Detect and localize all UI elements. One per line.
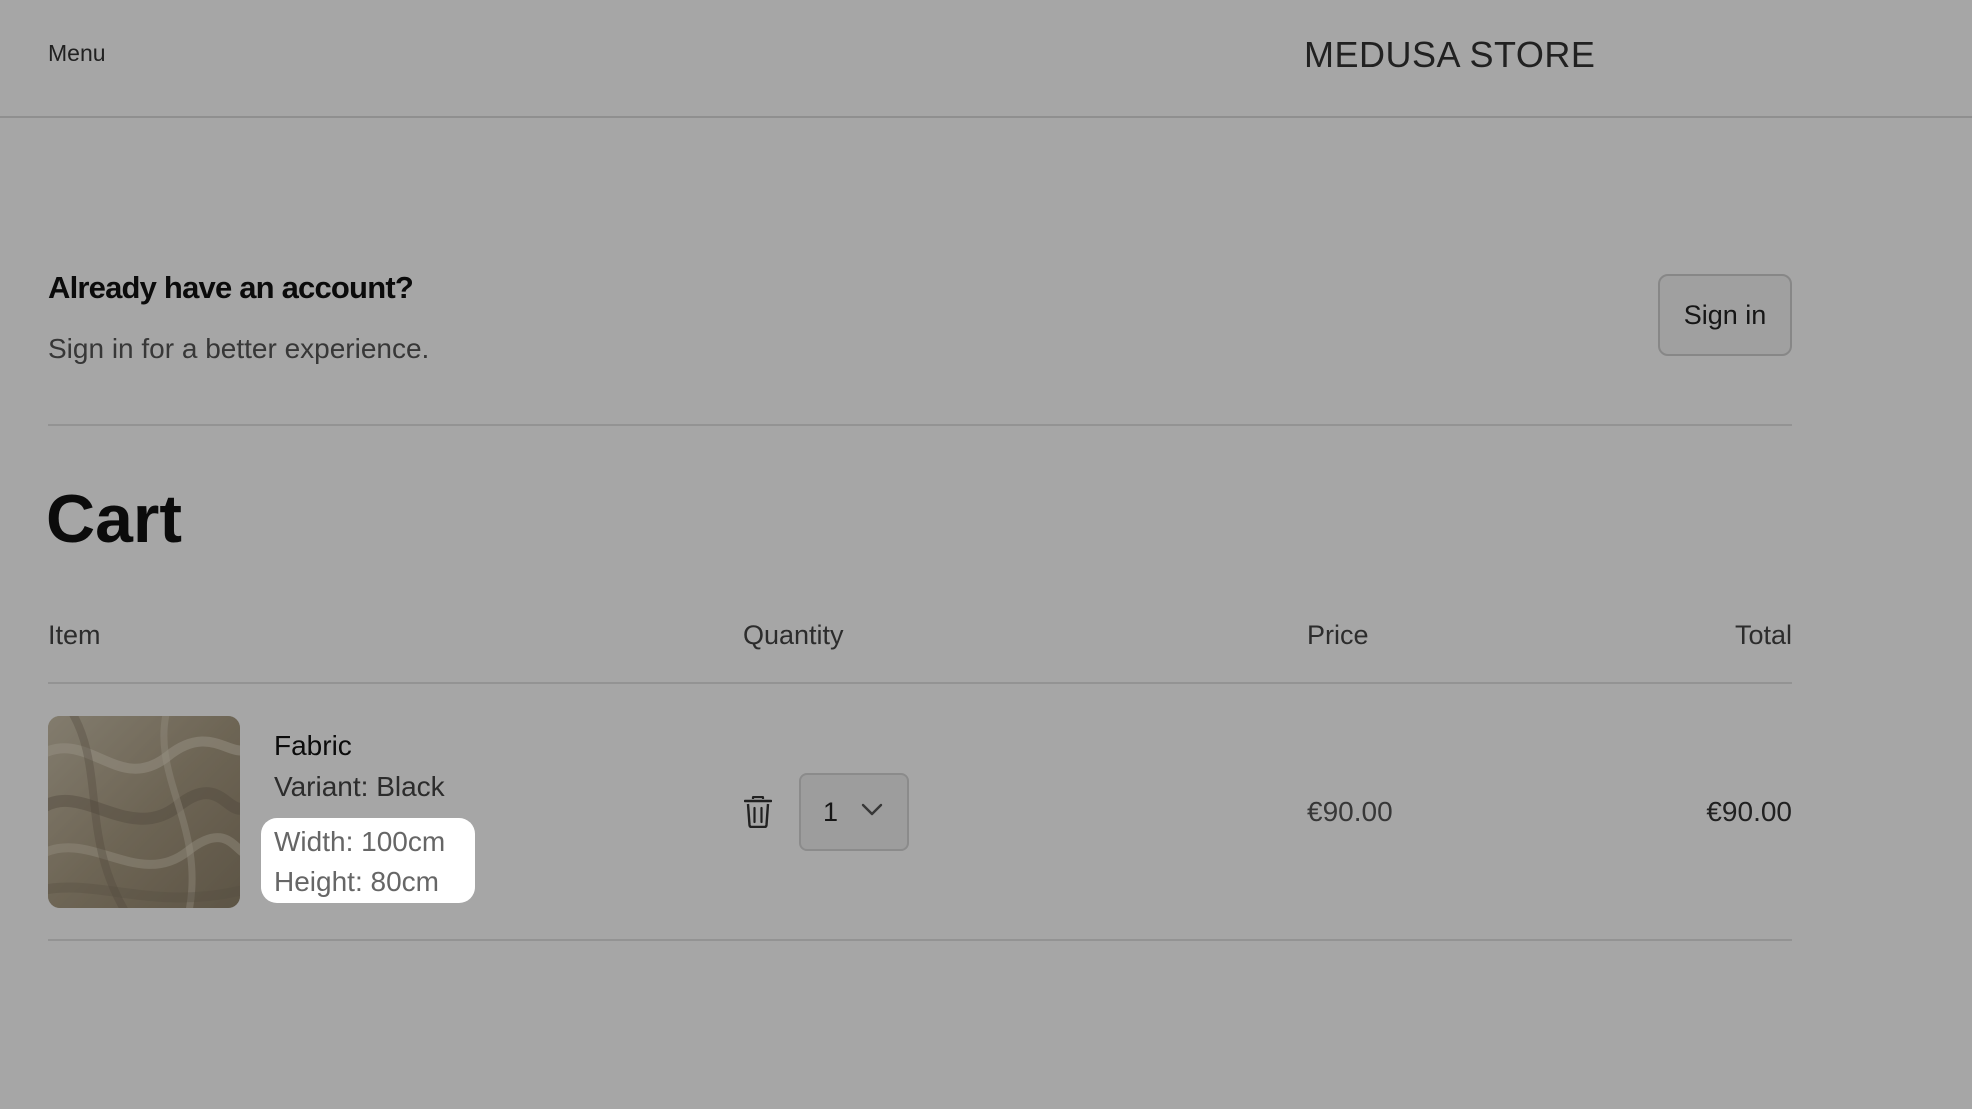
- table-header-divider: [48, 682, 1792, 684]
- column-header-price: Price: [1307, 620, 1369, 650]
- dim-overlay: [0, 0, 1972, 1109]
- product-attribute-width: Width: 100cm: [274, 826, 446, 857]
- section-divider: [48, 424, 1792, 426]
- unit-price: €90.00: [1307, 796, 1393, 827]
- menu-button[interactable]: Menu: [48, 40, 106, 67]
- product-attribute-height: Height: 80cm: [274, 866, 439, 897]
- quantity-value: 1: [823, 797, 839, 827]
- site-header: Menu MEDUSA STORE: [0, 0, 1972, 118]
- chevron-down-icon: [861, 803, 883, 816]
- fabric-image: [48, 716, 240, 908]
- line-total: €90.00: [1706, 796, 1792, 827]
- product-variant: Variant: Black: [274, 771, 445, 802]
- product-name[interactable]: Fabric: [274, 730, 352, 762]
- store-logo[interactable]: MEDUSA STORE: [1304, 34, 1595, 76]
- product-thumbnail[interactable]: [48, 716, 240, 908]
- page-title: Cart: [46, 481, 183, 557]
- trash-icon[interactable]: [744, 796, 772, 828]
- account-subtext: Sign in for a better experience.: [48, 333, 430, 364]
- column-header-quantity: Quantity: [743, 620, 844, 650]
- table-row-divider: [48, 939, 1792, 941]
- cart-page: Menu MEDUSA STORE Already have an accoun…: [0, 0, 1972, 1109]
- column-header-total: Total: [1734, 620, 1792, 650]
- sign-in-button[interactable]: Sign in: [1658, 274, 1792, 356]
- account-heading: Already have an account?: [48, 270, 414, 305]
- quantity-select[interactable]: 1: [799, 773, 909, 851]
- column-header-item: Item: [48, 620, 101, 650]
- attributes-highlight: Width: 100cm Height: 80cm: [261, 818, 475, 903]
